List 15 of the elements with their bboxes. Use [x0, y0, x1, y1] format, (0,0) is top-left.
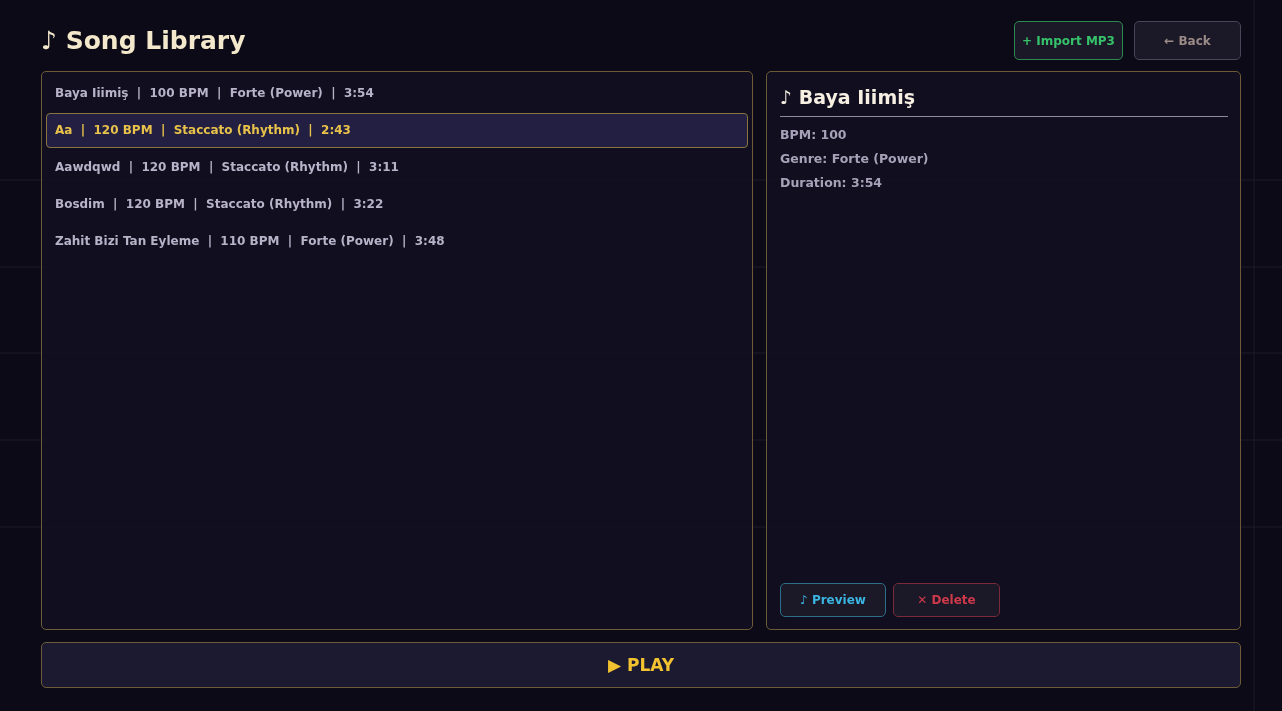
song-row[interactable]: Zahit Bizi Tan Eyleme | 110 BPM | Forte (Power) | 3:48 — [46, 224, 748, 259]
preview-button[interactable]: ♪ Preview — [780, 583, 886, 617]
delete-button[interactable]: ✕ Delete — [893, 583, 1000, 617]
song-detail: BPM: 100 — [780, 127, 848, 142]
song-row[interactable]: Aa | 120 BPM | Staccato (Rhythm) | 2:43 — [46, 113, 748, 148]
song-detail: Genre: Forte (Power) — [780, 151, 930, 166]
song-title: ♪ Baya Iiimiş — [780, 86, 1228, 117]
song-detail: Duration: 3:54 — [780, 175, 884, 190]
back-button[interactable]: ← Back — [1134, 21, 1241, 60]
song-row[interactable]: Bosdim | 120 BPM | Staccato (Rhythm) | 3:22 — [46, 187, 748, 222]
play-button[interactable]: ▶ PLAY — [41, 642, 1241, 688]
import-button[interactable]: + Import MP3 — [1014, 21, 1123, 60]
page-title: ♪ Song Library — [41, 26, 246, 55]
song-row[interactable]: Baya Iiimiş | 100 BPM | Forte (Power) | 3:54 — [46, 76, 748, 111]
song-row[interactable]: Aawdqwd | 120 BPM | Staccato (Rhythm) | 3:11 — [46, 150, 748, 185]
